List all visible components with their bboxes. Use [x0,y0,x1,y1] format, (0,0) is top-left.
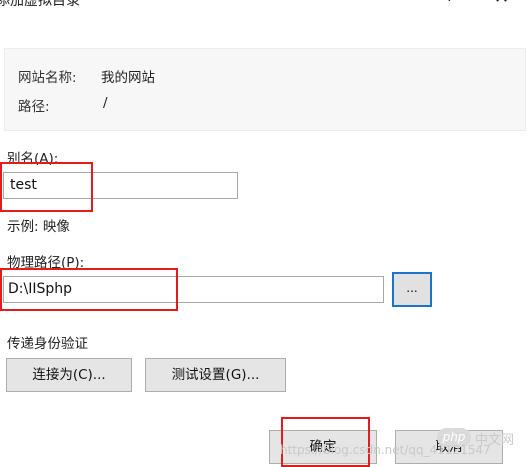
connect-as-button[interactable]: 连接为(C)... [6,358,132,392]
site-info-panel [4,48,526,131]
alias-label: 别名(A): [7,151,59,167]
browse-button[interactable]: ... [392,272,432,307]
path-value: / [103,95,108,111]
path-label: 路径: [18,99,50,115]
pass-through-auth-label: 传递身份验证 [7,336,88,352]
close-icon[interactable]: ✕ [494,0,509,8]
dialog-title: 添加虚拟目录 [0,0,80,9]
site-name-label: 网站名称: [18,70,77,86]
watermark-url: https://blog.csdn.net/qq_41121547 [280,443,491,457]
alias-example: 示例: 映像 [7,219,70,235]
physical-path-label: 物理路径(P): [7,255,85,271]
test-settings-button[interactable]: 测试设置(G)... [145,358,286,392]
help-icon[interactable]: ? [446,0,453,5]
site-name-value: 我的网站 [101,70,155,86]
alias-input[interactable]: test [3,172,238,199]
physical-path-input[interactable]: D:\IISphp [3,276,384,303]
